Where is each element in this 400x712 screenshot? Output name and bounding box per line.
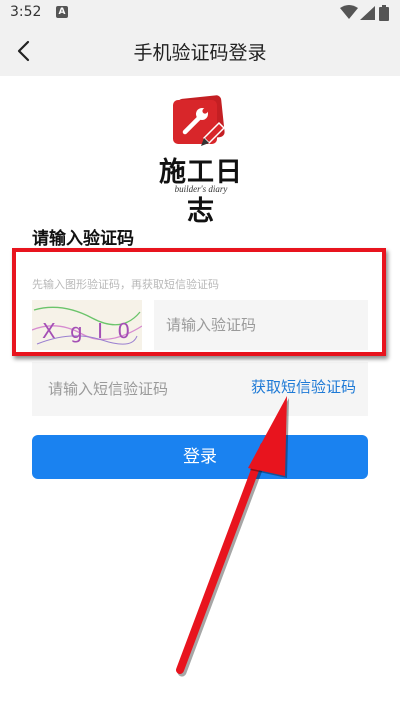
sms-code-input[interactable] [32, 362, 232, 416]
battery-icon [379, 5, 389, 21]
sms-code-row: 获取短信验证码 [32, 362, 368, 416]
notification-a-icon: A [56, 6, 68, 18]
nav-bar: 手机验证码登录 [0, 26, 400, 76]
section-title: 请输入验证码 [32, 229, 134, 249]
get-sms-code-button[interactable]: 获取短信验证码 [251, 376, 356, 397]
status-time: 3:52 [10, 4, 42, 20]
signal-icon [360, 6, 375, 20]
annotation-highlight-box [12, 248, 386, 356]
wifi-icon [340, 5, 358, 19]
status-bar: 3:52 A [0, 0, 400, 26]
page-title: 手机验证码登录 [133, 42, 267, 64]
logo-subtitle: builder's diary [174, 184, 228, 194]
login-button[interactable]: 登录 [32, 435, 368, 479]
diary-logo-icon [173, 95, 226, 146]
